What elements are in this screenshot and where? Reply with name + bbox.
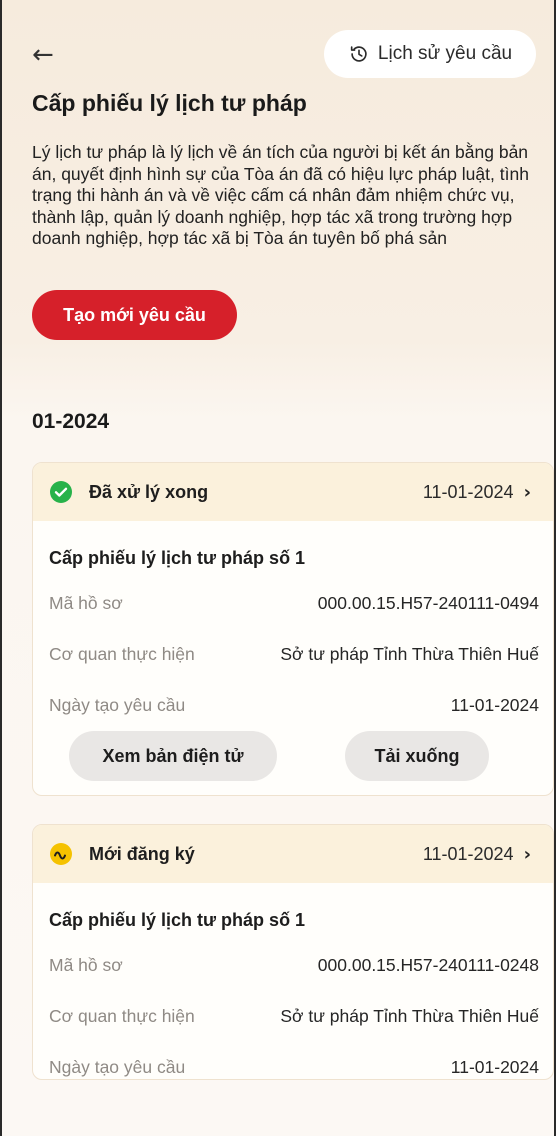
field-label: Cơ quan thực hiện [49, 644, 195, 664]
app-screen: ← Lịch sử yêu cầu Cấp phiếu lý lịch tư p… [0, 0, 556, 1136]
check-circle-icon [50, 481, 72, 503]
field-value: 000.00.15.H57-240111-0494 [317, 593, 539, 613]
field-label: Mã hồ sơ [49, 955, 123, 975]
create-request-button[interactable]: Tạo mới yêu cầu [32, 290, 237, 340]
request-card-header[interactable]: Mới đăng ký 11-01-2024 › [33, 825, 553, 883]
download-label: Tải xuống [374, 745, 460, 766]
request-title: Cấp phiếu lý lịch tư pháp số 1 [49, 910, 306, 930]
month-heading: 01-2024 [32, 410, 110, 433]
status-label: Mới đăng ký [89, 843, 195, 864]
history-clock-icon [350, 46, 367, 62]
request-card-header[interactable]: Đã xử lý xong 11-01-2024 › [33, 463, 553, 521]
field-label: Ngày tạo yêu cầu [49, 695, 186, 715]
view-electronic-button[interactable]: Xem bản điện tử [69, 731, 277, 781]
request-history-button[interactable]: Lịch sử yêu cầu [324, 30, 536, 78]
field-value: 000.00.15.H57-240111-0248 [317, 955, 539, 975]
field-label: Cơ quan thực hiện [49, 1006, 195, 1026]
field-row-agency: Cơ quan thực hiện Sở tư pháp Tỉnh Thừa T… [33, 991, 553, 1042]
card-actions: Xem bản điện tử Tải xuống [69, 731, 489, 781]
field-row-created-date: Ngày tạo yêu cầu 11-01-2024 [33, 680, 553, 731]
create-request-label: Tạo mới yêu cầu [63, 304, 206, 325]
field-value: Sở tư pháp Tỉnh Thừa Thiên Huế [280, 644, 539, 664]
field-value: 11-01-2024 [450, 1057, 539, 1077]
chevron-right-icon: › [523, 481, 531, 503]
field-row-file-code: Mã hồ sơ 000.00.15.H57-240111-0494 [33, 578, 553, 629]
download-button[interactable]: Tải xuống [345, 731, 489, 781]
request-title: Cấp phiếu lý lịch tư pháp số 1 [49, 548, 306, 568]
status-date: 11-01-2024 [422, 843, 514, 864]
field-value: Sở tư pháp Tỉnh Thừa Thiên Huế [280, 1006, 539, 1026]
field-row-agency: Cơ quan thực hiện Sở tư pháp Tỉnh Thừa T… [33, 629, 553, 680]
page-title: Cấp phiếu lý lịch tư pháp [32, 90, 307, 116]
wave-circle-icon [50, 843, 72, 865]
field-label: Ngày tạo yêu cầu [49, 1057, 186, 1077]
chevron-right-icon: › [523, 843, 531, 865]
request-card: Đã xử lý xong 11-01-2024 › Cấp phiếu lý … [32, 462, 554, 796]
field-label: Mã hồ sơ [49, 593, 123, 613]
page-description: Lý lịch tư pháp là lý lịch về án tích củ… [32, 142, 529, 249]
field-row-file-code: Mã hồ sơ 000.00.15.H57-240111-0248 [33, 940, 553, 991]
status-label: Đã xử lý xong [89, 481, 209, 502]
request-history-label: Lịch sử yêu cầu [377, 43, 513, 64]
top-bar: ← Lịch sử yêu cầu [2, 30, 554, 82]
status-date: 11-01-2024 [422, 481, 514, 502]
field-row-created-date: Ngày tạo yêu cầu 11-01-2024 [33, 1042, 553, 1079]
field-value: 11-01-2024 [450, 695, 539, 715]
back-arrow-icon[interactable]: ← [32, 42, 62, 72]
request-card: Mới đăng ký 11-01-2024 › Cấp phiếu lý lị… [32, 824, 554, 1080]
view-electronic-label: Xem bản điện tử [102, 745, 244, 766]
